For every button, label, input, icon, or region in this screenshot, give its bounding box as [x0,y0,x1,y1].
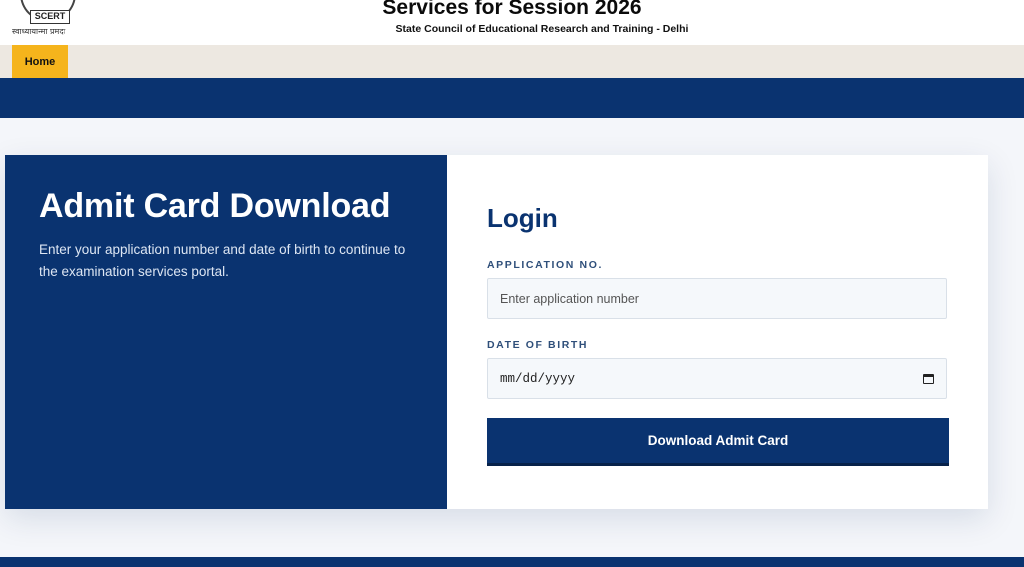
page-banner [0,78,1024,118]
application-number-label: APPLICATION NO. [487,259,603,271]
login-card: Admit Card Download Enter your applicati… [5,155,988,509]
dob-input[interactable]: mm/dd/yyyy [487,358,947,399]
site-title: Services for Session 2026 [382,0,642,19]
nav-item-home[interactable]: Home [12,45,68,78]
login-title: Login [487,203,558,233]
application-number-placeholder: Enter application number [500,291,639,306]
dob-placeholder: mm/dd/yyyy [500,371,576,386]
main-nav: Home [0,45,1024,78]
download-admit-card-button[interactable]: Download Admit Card [487,418,949,466]
hero-description: Enter your application number and date o… [39,242,406,279]
site-header: SCERT स्वाध्यायान्मा प्रमदः Services for… [0,0,1024,45]
hero-panel: Admit Card Download Enter your applicati… [5,155,447,509]
application-number-input[interactable]: Enter application number [487,278,947,319]
login-form: Login APPLICATION NO. Enter application … [447,155,988,509]
footer-strip [0,557,1024,567]
dob-label: DATE OF BIRTH [487,339,589,351]
site-subtitle: State Council of Educational Research an… [395,23,689,35]
calendar-icon[interactable] [923,373,934,384]
hero-title: Admit Card Download [39,187,391,225]
